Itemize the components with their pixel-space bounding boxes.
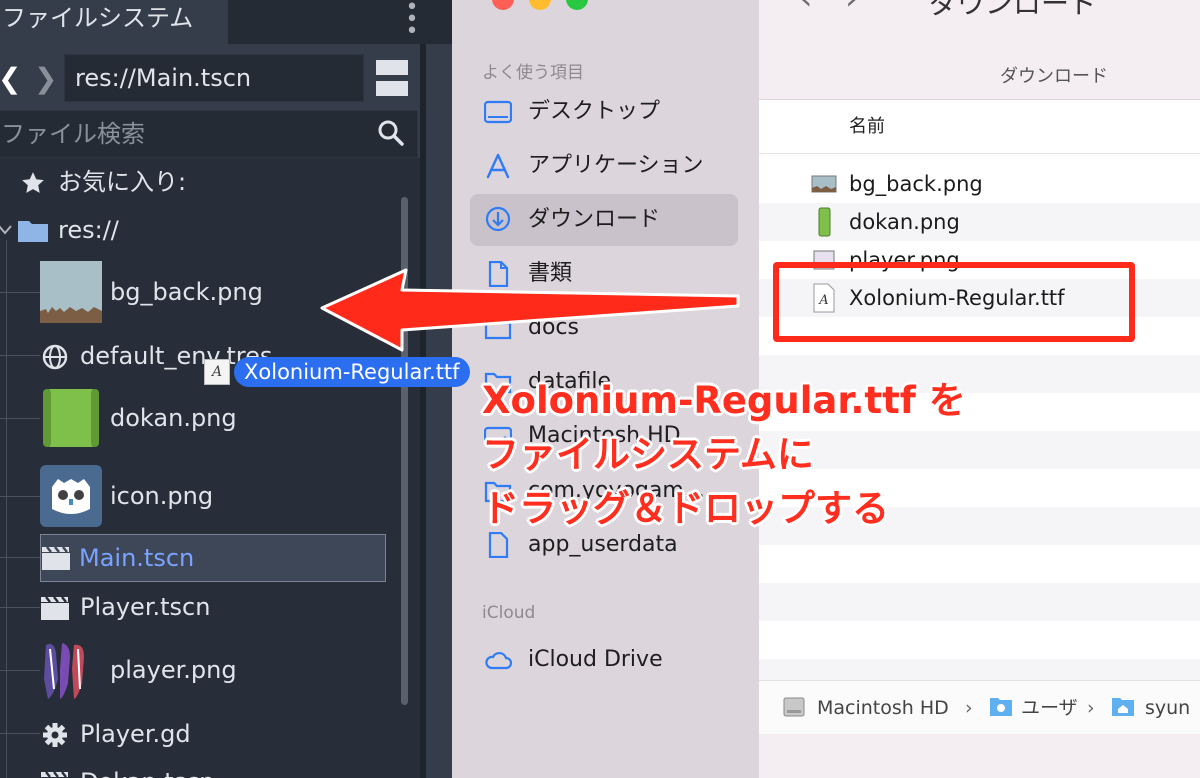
instruction-callout: Xolonium-Regular.ttf を ファイルシステムに ドラッグ＆ドロ… [482, 374, 966, 536]
file-name: icon.png [110, 482, 214, 510]
finder-file-row[interactable]: bg_back.png [759, 165, 1200, 203]
finder-forward-button[interactable]: › [845, 0, 859, 18]
finder-toolbar: ‹ › ダウンロード ダウンロード [759, 0, 1200, 100]
cloud-icon [485, 651, 512, 670]
tree-tick [0, 496, 40, 497]
callout-line: ドラッグ＆ドロップする [482, 487, 889, 530]
file-name: Player.tscn [80, 593, 211, 621]
sidebar-item-icloud-drive[interactable]: iCloud Drive [470, 635, 738, 685]
tree-tick [0, 557, 40, 558]
tree-tick [0, 733, 40, 734]
finder-back-button[interactable]: ‹ [799, 0, 813, 18]
callout-line: Xolonium-Regular.ttf を [482, 379, 966, 422]
finder-empty-row [759, 621, 1200, 659]
path-segment[interactable]: syun [1145, 681, 1190, 735]
scene-icon [41, 596, 69, 620]
file-name: dokan.png [110, 404, 237, 432]
home-folder-icon [1112, 698, 1134, 716]
finder-file-row[interactable]: dokan.png [759, 203, 1200, 241]
file-name: Player.gd [80, 720, 191, 748]
disk-icon [783, 697, 805, 717]
finder-path-bar: Macintosh HD › ユーザ › syun [759, 680, 1200, 734]
godot-logo-thumbnail [40, 465, 102, 527]
home-folder-icon [990, 698, 1012, 716]
finder-empty-row [759, 545, 1200, 583]
file-item[interactable]: icon.png [110, 476, 213, 516]
tree-tick [0, 607, 40, 608]
image-file-icon [811, 175, 837, 193]
file-name: player.png [110, 656, 237, 684]
file-item[interactable]: dokan.png [110, 398, 237, 438]
file-item[interactable]: player.png [110, 650, 237, 690]
column-name-label: 名前 [849, 116, 885, 137]
column-header-name[interactable]: 名前 [759, 100, 1200, 154]
drag-direction-arrow [320, 268, 740, 352]
godot-logo [40, 465, 102, 527]
path-separator-icon: › [965, 697, 973, 719]
gear-icon [43, 723, 67, 747]
image-thumbnail [44, 643, 84, 699]
tree-tick [0, 670, 40, 671]
highlight-box [773, 262, 1135, 342]
path-separator-icon: › [1087, 697, 1095, 719]
scene-icon [41, 771, 68, 778]
dokan-thumbnail [40, 387, 102, 449]
path-segment[interactable]: ユーザ [1021, 681, 1078, 735]
finder-file-name: dokan.png [849, 210, 960, 234]
image-thumbnail [43, 389, 99, 447]
path-segment[interactable]: Macintosh HD [817, 681, 949, 735]
finder-nav-buttons[interactable]: ‹ › [799, 0, 859, 18]
callout-line: ファイルシステムに [482, 433, 814, 476]
image-file-icon [818, 207, 831, 237]
finder-empty-row [759, 659, 1200, 680]
finder-file-name: bg_back.png [849, 172, 983, 196]
file-name: Dokan.tscn [80, 762, 215, 778]
scene-icon [42, 546, 70, 570]
sidebar-icloud-header: iCloud [482, 603, 536, 623]
tree-tick [0, 418, 40, 419]
player-thumbnail [40, 639, 102, 701]
file-item-selected[interactable]: Main.tscn [40, 534, 386, 582]
file-name: Main.tscn [79, 544, 195, 572]
finder-status-bar [759, 734, 1200, 778]
finder-location-header: ダウンロード [1000, 66, 1108, 87]
sidebar-item-label: iCloud Drive [528, 647, 663, 672]
finder-empty-row [759, 583, 1200, 621]
finder-window-title: ダウンロード [929, 0, 1098, 20]
